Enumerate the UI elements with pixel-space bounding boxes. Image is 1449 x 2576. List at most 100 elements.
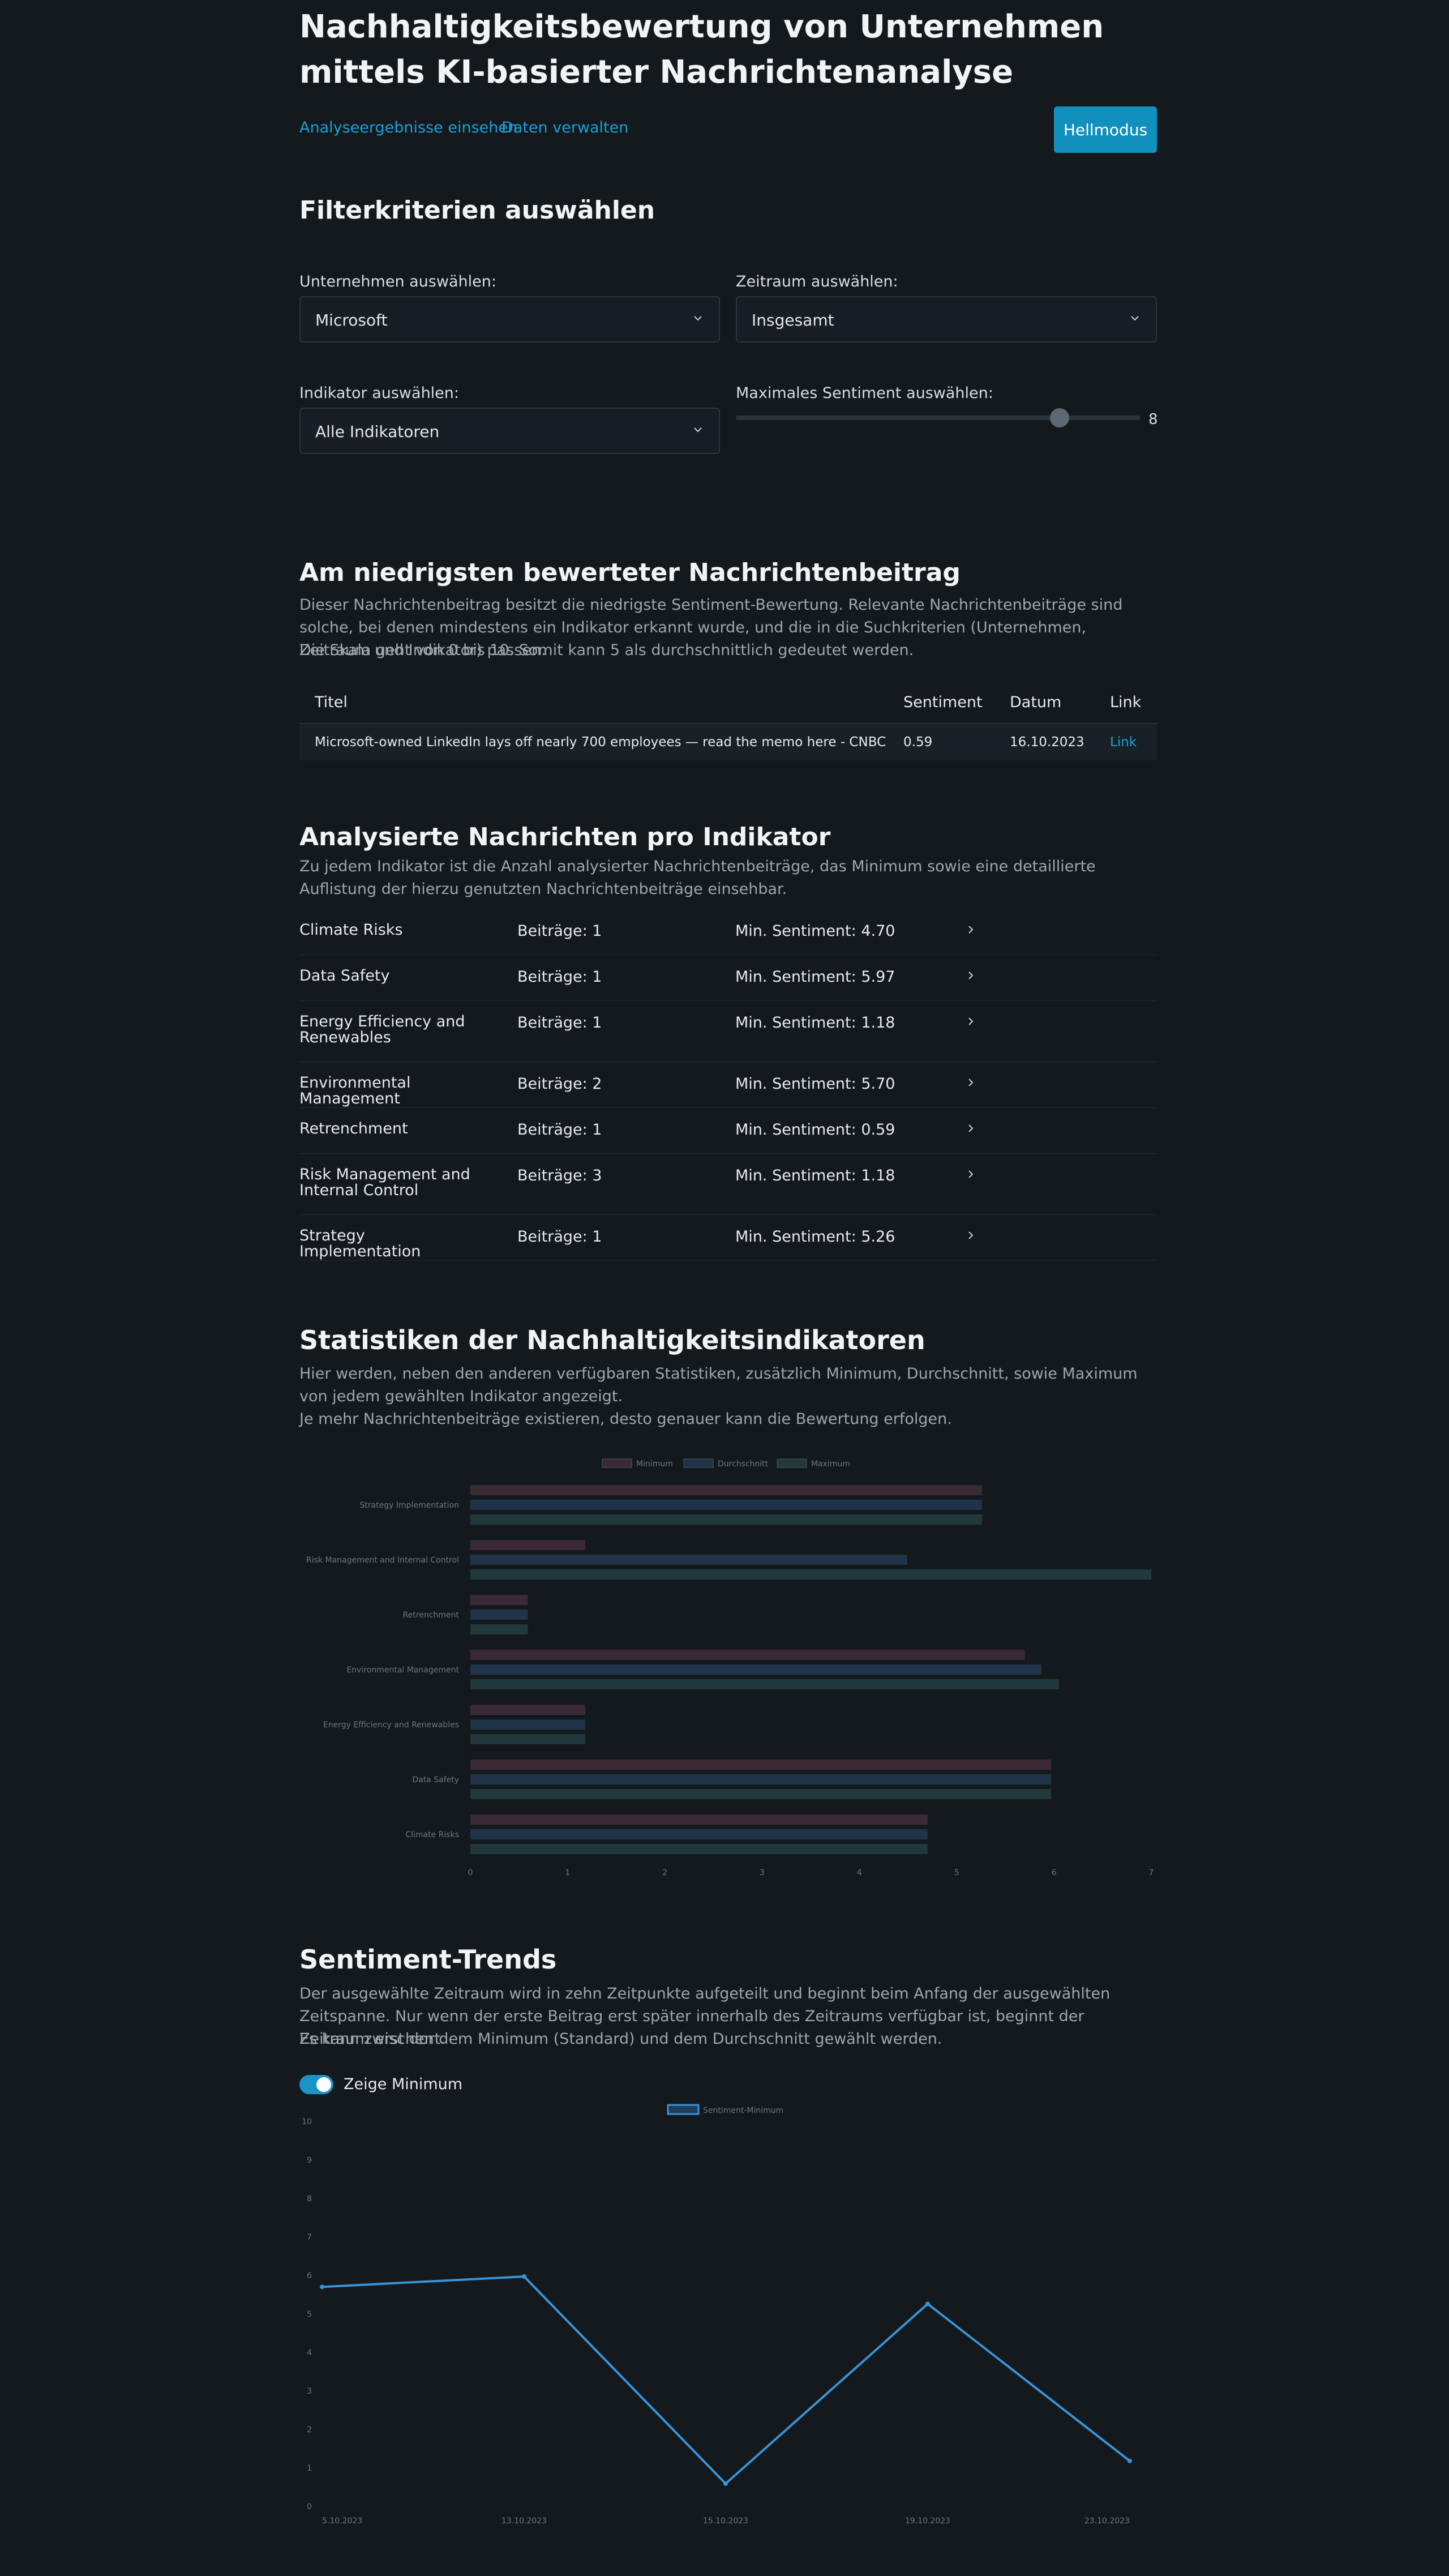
bar <box>470 1610 528 1620</box>
y-tick-label: 6 <box>307 2271 312 2280</box>
indicator-min-sentiment: Min. Sentiment: 4.70 <box>735 922 895 940</box>
row-link[interactable]: Link <box>1110 735 1137 750</box>
y-tick-label: 10 <box>302 2117 312 2126</box>
y-tick-label: 0 <box>307 2502 312 2511</box>
indicator-count: Beiträge: 3 <box>517 1167 602 1184</box>
stats-heading: Statistiken der Nachhaltigkeitsindikator… <box>299 1325 925 1355</box>
table-header: Titel Sentiment Datum Link <box>299 684 1157 724</box>
col-sentiment: Sentiment <box>903 694 983 711</box>
col-link: Link <box>1110 694 1142 711</box>
stats-description: Hier werden, neben den anderen verfügbar… <box>299 1365 1138 1405</box>
category-label: Environmental Management <box>346 1666 459 1675</box>
data-point[interactable] <box>320 2284 324 2290</box>
bar <box>470 1789 1051 1799</box>
indicator-count: Beiträge: 1 <box>517 1014 602 1032</box>
bar <box>470 1624 528 1634</box>
chevron-right-icon[interactable] <box>964 1168 977 1180</box>
bar <box>470 1555 907 1565</box>
category-label: Strategy Implementation <box>359 1501 459 1510</box>
chevron-right-icon[interactable] <box>964 1229 977 1242</box>
bar <box>470 1485 982 1495</box>
indicator-label: Indikator auswählen: <box>299 384 459 402</box>
indicator-name: Climate Risks <box>299 921 403 939</box>
data-point[interactable] <box>925 2301 930 2307</box>
per-indicator-description: Zu jedem Indikator ist die Anzahl analys… <box>299 858 1096 898</box>
legend-label: Maximum <box>811 1460 850 1469</box>
chevron-right-icon[interactable] <box>964 969 977 982</box>
bar <box>470 1705 585 1715</box>
minimum-toggle-label: Zeige Minimum <box>344 2076 463 2093</box>
indicator-name: Retrenchment <box>299 1120 408 1137</box>
legend-swatch[interactable] <box>777 1458 807 1468</box>
sentiment-label: Maximales Sentiment auswählen: <box>736 384 993 402</box>
indicator-select[interactable]: Alle Indikatoren <box>299 408 720 454</box>
data-point[interactable] <box>522 2274 526 2279</box>
col-date: Datum <box>1010 694 1062 711</box>
category-label: Data Safety <box>412 1775 459 1785</box>
stats-note: Je mehr Nachrichtenbeiträge existieren, … <box>299 1410 952 1428</box>
list-item[interactable]: Environmental Management Beiträge: 2 Min. … <box>299 1062 1157 1108</box>
y-tick-label: 3 <box>307 2387 312 2396</box>
indicator-stats-bar-chart: Minimum Durchschnitt Maximum Strategy Imple… <box>306 1458 1154 1877</box>
chevron-down-icon <box>694 427 702 433</box>
x-tick-label: 3 <box>760 1868 765 1877</box>
company-label: Unternehmen auswählen: <box>299 273 496 290</box>
bar <box>470 1844 928 1854</box>
bar <box>470 1540 585 1550</box>
data-point[interactable] <box>723 2481 728 2486</box>
data-point[interactable] <box>1128 2458 1132 2463</box>
sentiment-slider-value: 8 <box>1148 411 1158 428</box>
trends-note: Es kann zwischen dem Minimum (Standard) … <box>299 2030 942 2048</box>
x-tick-label: 15.10.2023 <box>703 2517 748 2526</box>
indicator-count: Beiträge: 1 <box>517 1228 602 1246</box>
period-label: Zeitraum auswählen: <box>736 273 898 290</box>
period-select-value: Insgesamt <box>752 311 834 330</box>
lowest-scale-note: Die Skala geht von 0 bis 10. Somit kann … <box>299 641 914 659</box>
indicator-name: Environmental Management <box>299 1074 411 1107</box>
toggle-knob <box>316 2077 331 2092</box>
y-tick-label: 9 <box>307 2156 312 2165</box>
chevron-right-icon[interactable] <box>964 1015 977 1028</box>
page-title: Nachhaltigkeitsbewertung von Unternehmen… <box>299 8 1104 91</box>
indicator-min-sentiment: Min. Sentiment: 5.70 <box>735 1075 895 1093</box>
x-tick-label: 5.10.2023 <box>322 2517 362 2526</box>
category-label: Risk Management and Internal Control <box>306 1556 459 1565</box>
legend-swatch[interactable] <box>667 2104 700 2115</box>
y-tick-label: 2 <box>307 2425 312 2434</box>
y-tick-label: 7 <box>307 2233 312 2242</box>
list-item[interactable]: Climate Risks Beiträge: 1 Min. Sentiment: … <box>299 909 1157 955</box>
chevron-right-icon[interactable] <box>964 923 977 936</box>
y-tick-label: 5 <box>307 2310 312 2319</box>
list-item[interactable]: Risk Management and Internal Control Beit… <box>299 1153 1157 1215</box>
sentiment-slider-track[interactable] <box>736 416 1141 420</box>
bar <box>470 1760 1051 1770</box>
company-select[interactable]: Microsoft <box>299 296 720 343</box>
legend-label: Minimum <box>636 1460 673 1469</box>
x-tick-label: 23.10.2023 <box>1084 2517 1130 2526</box>
light-mode-button[interactable]: Hellmodus <box>1054 106 1157 153</box>
chevron-right-icon[interactable] <box>964 1076 977 1089</box>
row-title: Microsoft-owned LinkedIn lays off nearly… <box>315 735 886 750</box>
x-tick-label: 13.10.2023 <box>501 2517 547 2526</box>
indicator-min-sentiment: Min. Sentiment: 0.59 <box>735 1121 895 1139</box>
chevron-right-icon[interactable] <box>964 1122 977 1135</box>
bar <box>470 1829 928 1839</box>
list-item[interactable]: Data Safety Beiträge: 1 Min. Sentiment: 5.… <box>299 955 1157 1001</box>
list-item[interactable]: Energy Efficiency and Renewables Beiträge… <box>299 1000 1157 1062</box>
nav-analysis-results[interactable]: Analyseergebnisse einsehen <box>299 119 517 136</box>
nav-manage-data[interactable]: Daten verwalten <box>501 119 628 136</box>
bar <box>470 1664 1041 1675</box>
legend-swatch[interactable] <box>602 1458 632 1468</box>
list-item[interactable]: Strategy Implementation Beiträge: 1 Min. S… <box>299 1214 1157 1261</box>
minimum-toggle[interactable] <box>299 2075 333 2094</box>
legend-swatch[interactable] <box>683 1458 714 1468</box>
sentiment-trend-line-chart: Sentiment-Minimum 0 1 2 3 4 5 6 7 8 9 10 5.10.2023 13… <box>302 2104 1132 2526</box>
sentiment-slider-thumb[interactable] <box>1050 408 1069 427</box>
y-tick-label: 8 <box>307 2194 312 2203</box>
indicator-name: Strategy Implementation <box>299 1227 421 1260</box>
period-select[interactable]: Insgesamt <box>736 296 1157 343</box>
filter-heading: Filterkriterien auswählen <box>299 196 655 225</box>
bar <box>470 1815 928 1825</box>
indicator-count: Beiträge: 1 <box>517 968 602 986</box>
list-item[interactable]: Retrenchment Beiträge: 1 Min. Sentiment: 0… <box>299 1107 1157 1154</box>
